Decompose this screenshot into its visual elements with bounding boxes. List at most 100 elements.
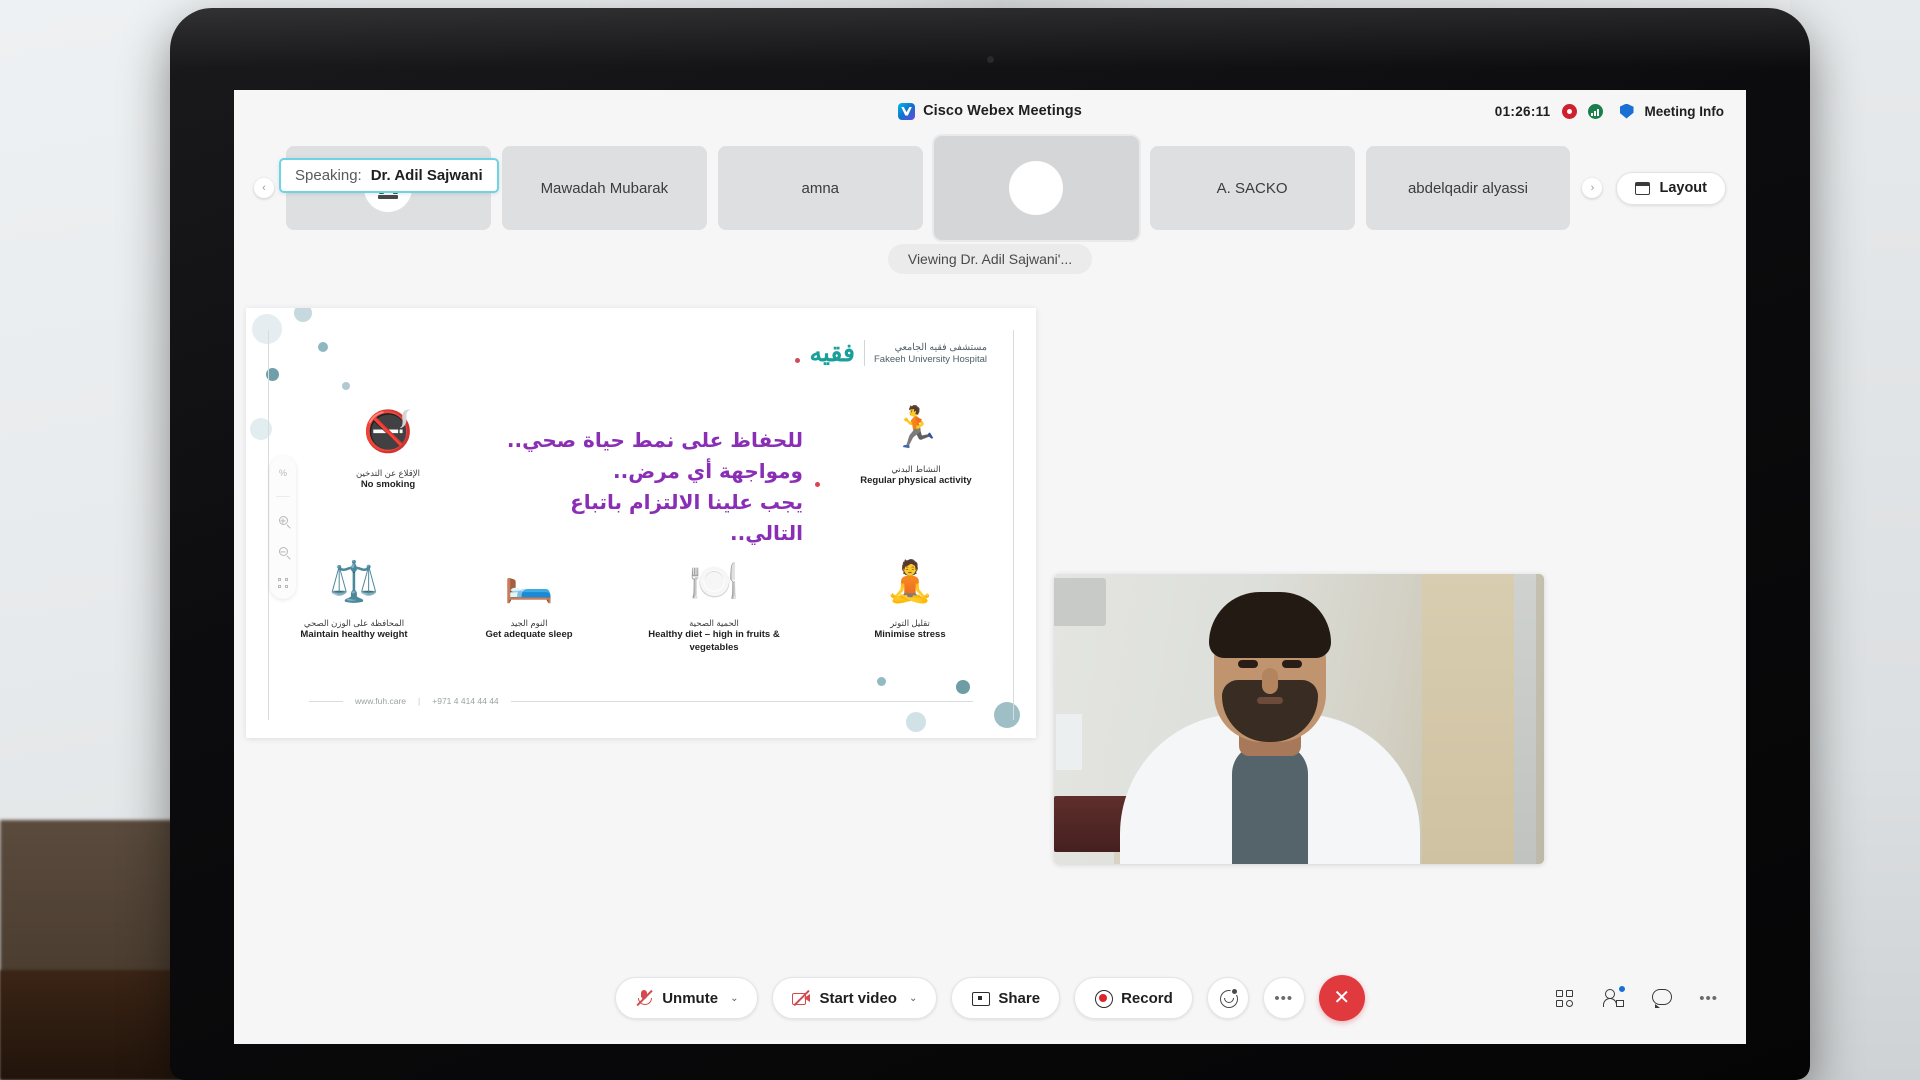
camera-off-icon	[792, 989, 811, 1007]
active-speaker-badge: Speaking: Dr. Adil Sajwani	[279, 158, 499, 193]
footer-website: www.fuh.care	[355, 696, 407, 706]
meeting-stage: فقيه مستشفى فقيه الجامعي Fakeeh Universi…	[234, 286, 1746, 952]
slide-item-healthy-diet: 🍽️ الحمية الصحية Healthy diet – high in …	[639, 562, 789, 654]
person-eye-left	[1237, 660, 1258, 668]
item-label-ar: النشاط البدني	[891, 464, 941, 474]
logo-dot-icon	[795, 358, 801, 363]
layout-grid-icon	[1635, 181, 1651, 195]
chat-bubble-icon[interactable]	[1651, 987, 1673, 1009]
item-label-ar: المحافظة على الوزن الصحي	[303, 618, 405, 628]
participant-filmstrip: Speaking: Dr. Adil Sajwani ‹ Mawadah Mub…	[234, 132, 1746, 244]
participant-tile-2[interactable]: amna	[717, 146, 923, 230]
footer-rule-left	[309, 700, 343, 702]
headline-accent-dot	[815, 482, 820, 487]
hospital-logo: فقيه مستشفى فقيه الجامعي Fakeeh Universi…	[795, 340, 987, 366]
record-label: Record	[1121, 989, 1173, 1007]
zoom-in-icon[interactable]	[276, 513, 291, 528]
zoom-percent-icon[interactable]: %	[276, 465, 291, 480]
video-shelf	[1054, 578, 1106, 626]
logo-name-arabic: مستشفى فقيه الجامعي	[894, 341, 987, 353]
minimise-stress-icon: 🧘	[885, 560, 935, 604]
slide-item-healthy-weight: ⚖️ المحافظة على الوزن الصحي Maintain hea…	[279, 562, 429, 642]
logo-divider	[864, 340, 865, 366]
mic-muted-icon	[635, 989, 653, 1007]
slide-item-no-smoking: 🚭 الإقلاع عن التدخين No smoking	[313, 412, 463, 492]
slide-item-minimise-stress: 🧘 تقليل التوتر Minimise stress	[835, 562, 985, 642]
titlebar: Cisco Webex Meetings 01:26:11 Meeting In…	[234, 90, 1746, 132]
item-label-en: Regular physical activity	[860, 475, 972, 487]
network-signal-icon[interactable]	[1587, 103, 1603, 119]
viewing-status-pill: Viewing Dr. Adil Sajwani'...	[887, 244, 1093, 274]
leave-meeting-icon: ✕	[1333, 987, 1351, 1009]
titlebar-center: Cisco Webex Meetings	[898, 102, 1082, 120]
webex-logo-icon	[898, 102, 916, 120]
item-label-en: Healthy diet – high in fruits & vegetabl…	[648, 629, 780, 653]
participants-icon[interactable]	[1603, 985, 1627, 1009]
unmute-dropdown-caret[interactable]: ⌄	[730, 993, 738, 1004]
app-title: Cisco Webex Meetings	[923, 103, 1082, 119]
video-door	[1422, 574, 1514, 864]
scale-icon: ⚖️	[329, 560, 379, 604]
meeting-info-icon[interactable]	[1619, 103, 1634, 119]
running-icon: 🏃	[891, 406, 941, 450]
participant-name: A. SACKO	[1216, 179, 1288, 197]
viewing-row: Viewing Dr. Adil Sajwani'...	[234, 244, 1746, 286]
footer-rule-right	[510, 700, 973, 702]
logo-name-english: Fakeeh University Hospital	[874, 353, 987, 365]
item-label-en: Get adequate sleep	[485, 629, 573, 641]
speaking-label: Speaking:	[295, 167, 362, 184]
record-button[interactable]: Record	[1074, 977, 1193, 1019]
meeting-control-bar: Unmute ⌄ Start video ⌄ Share Record ••• …	[234, 952, 1746, 1044]
layout-button[interactable]: Layout	[1616, 171, 1726, 205]
apps-grid-icon[interactable]	[1555, 987, 1577, 1009]
more-panels-icon[interactable]: •••	[1699, 991, 1718, 1006]
slide-content-frame: فقيه مستشفى فقيه الجامعي Fakeeh Universi…	[268, 330, 1014, 720]
participant-tile-3[interactable]	[933, 136, 1139, 240]
participant-name: Mawadah Mubarak	[540, 179, 669, 197]
start-video-dropdown-caret[interactable]: ⌄	[909, 993, 917, 1004]
item-label-en: No smoking	[360, 479, 416, 491]
speaker-person	[1119, 592, 1420, 864]
item-label-en: Minimise stress	[874, 629, 946, 641]
bed-icon: 🛏️	[504, 560, 554, 604]
person-nose	[1261, 668, 1278, 694]
filmstrip-prev-button[interactable]: ‹	[254, 178, 274, 198]
leave-meeting-button[interactable]: ✕	[1318, 975, 1365, 1021]
unmute-label: Unmute	[662, 989, 719, 1007]
item-label-ar: الإقلاع عن التدخين	[356, 468, 420, 478]
share-button[interactable]: Share	[951, 977, 1061, 1019]
laptop-screen: Cisco Webex Meetings 01:26:11 Meeting In…	[234, 90, 1746, 1044]
video-wall-paper	[1056, 714, 1082, 770]
record-icon	[1094, 989, 1114, 1008]
zoom-out-icon[interactable]	[276, 544, 291, 559]
participant-tile-5[interactable]: abdelqadir alyassi	[1365, 146, 1571, 230]
blank-avatar	[1009, 161, 1064, 215]
meeting-info-label[interactable]: Meeting Info	[1645, 104, 1725, 119]
presentation-slide: فقيه مستشفى فقيه الجامعي Fakeeh Universi…	[246, 308, 1036, 738]
headline-line-2: ومواجهة أي مرض..	[613, 459, 803, 483]
footer-separator: |	[418, 696, 421, 706]
healthy-diet-icon: 🍽️	[689, 560, 739, 604]
share-zoom-toolbar[interactable]: %	[270, 456, 296, 599]
reactions-button[interactable]	[1206, 977, 1249, 1019]
record-indicator-icon[interactable]	[1561, 103, 1577, 119]
meeting-timer: 01:26:11	[1494, 103, 1551, 119]
filmstrip-next-button[interactable]: ›	[1582, 178, 1603, 198]
share-screen-icon	[971, 989, 991, 1007]
speaker-video-panel[interactable]	[1054, 574, 1544, 864]
participant-tile-4[interactable]: A. SACKO	[1149, 146, 1355, 230]
item-label-ar: النوم الجيد	[510, 618, 548, 628]
unmute-button[interactable]: Unmute ⌄	[615, 977, 759, 1019]
start-video-button[interactable]: Start video ⌄	[772, 977, 938, 1019]
shared-content-panel[interactable]: فقيه مستشفى فقيه الجامعي Fakeeh Universi…	[246, 308, 1036, 738]
headline-line-1: للحفاظ على نمط حياة صحي..	[506, 428, 803, 452]
toolbar-divider	[276, 496, 290, 497]
person-eye-right	[1281, 660, 1302, 668]
item-label-ar: تقليل التوتر	[890, 618, 930, 628]
more-controls-button[interactable]: •••	[1262, 977, 1305, 1019]
fit-to-screen-icon[interactable]	[276, 575, 291, 590]
slide-item-physical-activity: 🏃 النشاط البدني Regular physical activit…	[841, 408, 991, 488]
participant-tile-1[interactable]: Mawadah Mubarak	[501, 146, 707, 230]
item-label-ar: الحمية الصحية	[689, 618, 739, 628]
item-label-en: Maintain healthy weight	[300, 629, 408, 641]
